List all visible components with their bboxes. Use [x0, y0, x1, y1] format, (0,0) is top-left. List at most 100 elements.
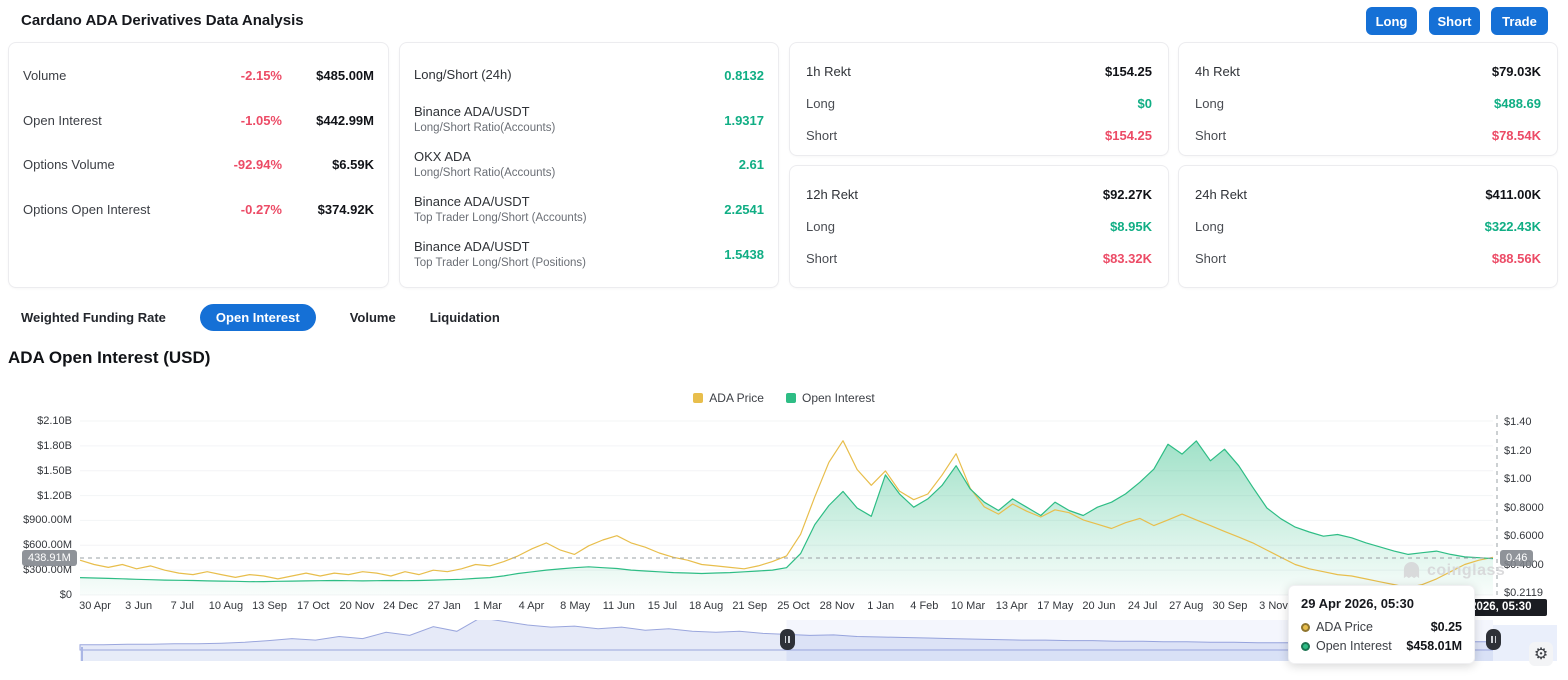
stat-change: -2.15%	[240, 67, 282, 83]
rekt-long-value: $0	[1137, 95, 1152, 111]
series-dot-icon	[1301, 622, 1310, 632]
ratio-sublabel: Long/Short Ratio(Accounts)	[414, 166, 556, 179]
stat-label: Options Open Interest	[23, 202, 151, 218]
rekt-total: $411.00K	[1485, 186, 1541, 202]
ratio-value: 1.9317	[724, 112, 764, 128]
rekt-title: 12h Rekt	[806, 186, 859, 202]
trade-button[interactable]: Trade	[1491, 7, 1548, 35]
chart-tooltip: 29 Apr 2026, 05:30 ADA Price $0.25 Open …	[1288, 585, 1475, 664]
ratio-label: Long/Short (24h)	[414, 66, 512, 82]
watermark-text: coinglass	[1427, 561, 1506, 579]
legend-swatch	[693, 393, 704, 403]
navigator-left-handle[interactable]	[779, 629, 795, 650]
short-button[interactable]: Short	[1429, 7, 1480, 35]
rekt-long-label: Long	[1195, 218, 1224, 234]
rekt-total: $92.27K	[1102, 186, 1152, 202]
tooltip-row-ada-price: ADA Price $0.25	[1301, 620, 1462, 634]
stat-value: $442.99M	[316, 112, 374, 128]
tab-open-interest[interactable]: Open Interest	[199, 303, 316, 331]
ratio-row: Binance ADA/USDT Long/Short Ratio(Accoun…	[414, 98, 764, 143]
stat-label: Options Volume	[23, 157, 115, 173]
rekt-long-value: $488.69	[1494, 95, 1541, 111]
ratio-value: 1.5438	[724, 247, 764, 263]
ratio-row: Long/Short (24h) 0.8132	[414, 53, 764, 98]
rekt-4h-card: 4h Rekt $79.03K Long $488.69 Short $78.54K	[1178, 42, 1558, 156]
ratio-sublabel: Top Trader Long/Short (Positions)	[414, 256, 586, 269]
stat-label: Open Interest	[23, 112, 102, 128]
chart-legend: ADA Price Open Interest	[0, 391, 1568, 405]
ratio-label: Binance ADA/USDT	[414, 104, 530, 120]
tooltip-date: 29 Apr 2026, 05:30	[1301, 596, 1414, 611]
rekt-long-value: $322.43K	[1484, 218, 1541, 234]
stat-value: $6.59K	[332, 157, 374, 173]
rekt-short-label: Short	[1195, 127, 1227, 143]
rekt-title: 4h Rekt	[1195, 63, 1240, 79]
legend-label: ADA Price	[709, 391, 764, 405]
legend-item-ada-price[interactable]: ADA Price	[693, 391, 764, 405]
stat-value: $485.00M	[316, 67, 374, 83]
tooltip-label: ADA Price	[1316, 620, 1373, 634]
stat-row-options-volume: Options Volume -92.94% $6.59K	[23, 143, 374, 188]
long-button[interactable]: Long	[1366, 7, 1417, 35]
tooltip-value: $0.25	[1430, 620, 1462, 634]
crosshair-left-axis-badge: 438.91M	[22, 550, 77, 566]
coinglass-watermark: coinglass	[1402, 561, 1505, 580]
chart-tabs: Weighted Funding Rate Open Interest Volu…	[21, 303, 500, 331]
rekt-short-label: Short	[806, 127, 838, 143]
rekt-long-value: $8.95K	[1110, 218, 1152, 234]
ratio-value: 2.61	[738, 157, 764, 173]
ratio-value: 2.2541	[724, 202, 764, 218]
stat-label: Volume	[23, 67, 67, 83]
navigator-right-handle[interactable]	[1486, 629, 1501, 650]
rekt-24h-card: 24h Rekt $411.00K Long $322.43K Short $88.5…	[1178, 165, 1558, 288]
rekt-1h-card: 1h Rekt $154.25 Long $0 Short $154.25	[789, 42, 1169, 156]
stat-change: -1.05%	[240, 112, 282, 128]
ratio-label: Binance ADA/USDT	[414, 238, 530, 254]
rekt-total: $154.25	[1105, 63, 1152, 79]
rekt-short-value: $88.56K	[1491, 250, 1541, 266]
tab-volume[interactable]: Volume	[350, 304, 396, 331]
ratio-sublabel: Long/Short Ratio(Accounts)	[414, 122, 556, 135]
series-dot-icon	[1301, 641, 1310, 651]
rekt-title: 24h Rekt	[1195, 186, 1248, 202]
long-short-ratios-card: Long/Short (24h) 0.8132 Binance ADA/USDT…	[399, 42, 779, 288]
market-stats-card: Volume -2.15% $485.00M Open Interest -1.…	[8, 42, 389, 288]
stat-row-options-open-interest: Options Open Interest -0.27% $374.92K	[23, 187, 374, 232]
page-title: Cardano ADA Derivatives Data Analysis	[21, 12, 304, 29]
rekt-long-label: Long	[1195, 95, 1224, 111]
rekt-short-value: $78.54K	[1491, 127, 1541, 143]
stat-change: -92.94%	[233, 157, 282, 173]
rekt-short-label: Short	[1195, 250, 1227, 266]
ratio-label: OKX ADA	[414, 149, 472, 165]
stat-row-open-interest: Open Interest -1.05% $442.99M	[23, 98, 374, 143]
tab-liquidation[interactable]: Liquidation	[430, 304, 500, 331]
rekt-short-value: $154.25	[1105, 127, 1152, 143]
legend-label: Open Interest	[801, 391, 875, 405]
legend-swatch	[785, 393, 796, 403]
coinglass-logo-icon	[1403, 561, 1420, 579]
tooltip-label: Open Interest	[1316, 639, 1392, 653]
ratio-row: OKX ADA Long/Short Ratio(Accounts) 2.61	[414, 143, 764, 188]
crosshair-right-axis-badge: 0.46	[1500, 550, 1534, 566]
legend-item-open-interest[interactable]: Open Interest	[785, 391, 875, 405]
rekt-short-value: $83.32K	[1102, 250, 1152, 266]
rekt-short-label: Short	[806, 250, 838, 266]
chart-settings-gear-icon[interactable]: ⚙	[1529, 642, 1553, 666]
chart-title: ADA Open Interest (USD)	[8, 348, 211, 367]
tab-weighted-funding-rate[interactable]: Weighted Funding Rate	[21, 304, 166, 331]
rekt-total: $79.03K	[1491, 63, 1541, 79]
ratio-value: 0.8132	[724, 67, 764, 83]
tooltip-value: $458.01M	[1406, 639, 1462, 653]
stat-row-volume: Volume -2.15% $485.00M	[23, 53, 374, 98]
stat-value: $374.92K	[317, 202, 374, 218]
tooltip-row-open-interest: Open Interest $458.01M	[1301, 639, 1462, 653]
rekt-title: 1h Rekt	[806, 63, 851, 79]
rekt-long-label: Long	[806, 95, 835, 111]
rekt-12h-card: 12h Rekt $92.27K Long $8.95K Short $83.32K	[789, 165, 1169, 288]
ratio-row: Binance ADA/USDT Top Trader Long/Short (…	[414, 232, 764, 277]
ratio-sublabel: Top Trader Long/Short (Accounts)	[414, 211, 587, 224]
ratio-row: Binance ADA/USDT Top Trader Long/Short (…	[414, 187, 764, 232]
stat-change: -0.27%	[240, 202, 282, 218]
ratio-label: Binance ADA/USDT	[414, 193, 530, 209]
rekt-long-label: Long	[806, 218, 835, 234]
